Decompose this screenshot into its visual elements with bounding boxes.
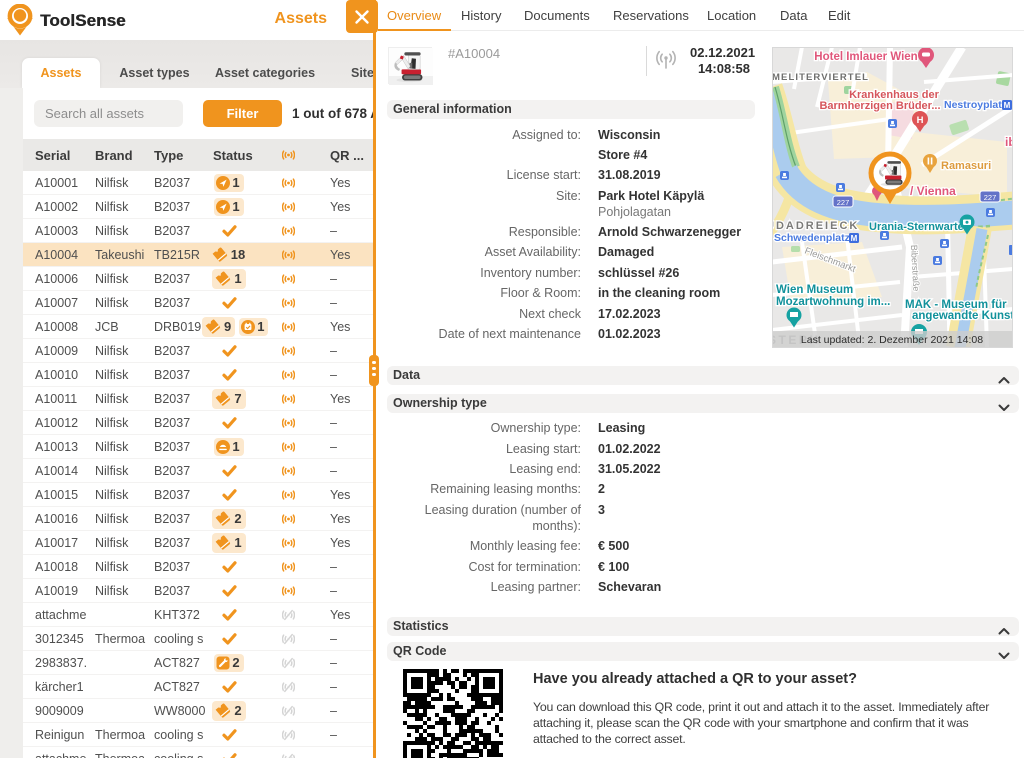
svg-text:M: M (851, 234, 858, 243)
svg-text:Last updated: 2. Dezember 2021: Last updated: 2. Dezember 2021 14:08 (801, 334, 983, 346)
svg-text:Ramasuri: Ramasuri (941, 160, 991, 172)
svg-text:Schwedenplatz: Schwedenplatz (774, 232, 850, 244)
svg-text:MELITERVIERTEL: MELITERVIERTEL (772, 72, 869, 83)
svg-text:Wien Museum: Wien Museum (776, 284, 853, 296)
svg-text:Mozartwohnung im...: Mozartwohnung im... (776, 296, 890, 308)
svg-text:227: 227 (837, 198, 850, 207)
svg-text:H: H (917, 115, 924, 126)
svg-text:angewandte Kunst: angewandte Kunst (912, 310, 1013, 322)
svg-text:Nestroyplatz: Nestroyplatz (944, 99, 1007, 111)
svg-text:ib: ib (1005, 135, 1013, 149)
svg-text:Barmherzigen Brüder...: Barmherzigen Brüder... (819, 100, 940, 112)
svg-text:227: 227 (984, 193, 997, 202)
svg-text:UDADREIECK: UDADREIECK (772, 220, 859, 232)
svg-text:/ Vienna: / Vienna (910, 184, 956, 198)
svg-text:M: M (1004, 101, 1011, 110)
svg-text:Hotel Imlauer Wien: Hotel Imlauer Wien (814, 51, 917, 63)
